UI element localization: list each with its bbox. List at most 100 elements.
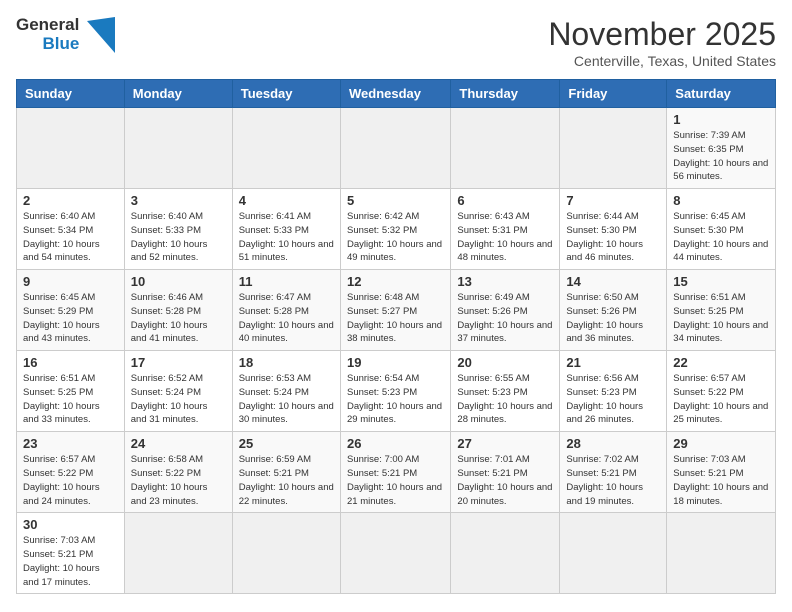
calendar-cell: 11Sunrise: 6:47 AM Sunset: 5:28 PM Dayli… bbox=[232, 270, 340, 351]
day-number: 29 bbox=[673, 436, 769, 451]
column-header-tuesday: Tuesday bbox=[232, 80, 340, 108]
calendar-cell bbox=[232, 513, 340, 594]
day-number: 20 bbox=[457, 355, 553, 370]
calendar-cell bbox=[232, 108, 340, 189]
calendar-cell bbox=[124, 108, 232, 189]
day-info: Sunrise: 7:01 AM Sunset: 5:21 PM Dayligh… bbox=[457, 453, 553, 508]
calendar-cell: 8 Sunrise: 6:45 AM Sunset: 5:30 PM Daylig… bbox=[667, 189, 776, 270]
day-info: Sunrise: 7:39 AM Sunset: 6:35 PM Dayligh… bbox=[673, 129, 769, 184]
calendar-cell bbox=[451, 513, 560, 594]
calendar-cell: 24Sunrise: 6:58 AM Sunset: 5:22 PM Dayli… bbox=[124, 432, 232, 513]
calendar-cell: 1 Sunrise: 7:39 AM Sunset: 6:35 PM Daylig… bbox=[667, 108, 776, 189]
day-info: Sunrise: 7:03 AM Sunset: 5:21 PM Dayligh… bbox=[23, 534, 118, 589]
calendar-week-row: 9 Sunrise: 6:45 AM Sunset: 5:29 PM Daylig… bbox=[17, 270, 776, 351]
calendar-week-row: 16 Sunrise: 6:51 AM Sunset: 5:25 PM Dayli… bbox=[17, 351, 776, 432]
calendar-cell bbox=[340, 108, 450, 189]
day-info: Sunrise: 6:43 AM Sunset: 5:31 PM Dayligh… bbox=[457, 210, 553, 265]
calendar-cell bbox=[340, 513, 450, 594]
day-info: Sunrise: 6:40 AM Sunset: 5:33 PM Dayligh… bbox=[131, 210, 226, 265]
day-info: Sunrise: 6:54 AM Sunset: 5:23 PM Dayligh… bbox=[347, 372, 444, 427]
day-number: 1 bbox=[673, 112, 769, 127]
day-info: Sunrise: 6:49 AM Sunset: 5:26 PM Dayligh… bbox=[457, 291, 553, 346]
day-number: 9 bbox=[23, 274, 118, 289]
calendar-cell: 16 Sunrise: 6:51 AM Sunset: 5:25 PM Dayli… bbox=[17, 351, 125, 432]
day-info: Sunrise: 6:45 AM Sunset: 5:30 PM Dayligh… bbox=[673, 210, 769, 265]
logo-text-blue: Blue bbox=[42, 35, 79, 54]
calendar-cell: 17Sunrise: 6:52 AM Sunset: 5:24 PM Dayli… bbox=[124, 351, 232, 432]
day-number: 25 bbox=[239, 436, 334, 451]
calendar-cell: 6 Sunrise: 6:43 AM Sunset: 5:31 PM Daylig… bbox=[451, 189, 560, 270]
calendar-header-row: SundayMondayTuesdayWednesdayThursdayFrid… bbox=[17, 80, 776, 108]
day-number: 16 bbox=[23, 355, 118, 370]
calendar-cell: 18Sunrise: 6:53 AM Sunset: 5:24 PM Dayli… bbox=[232, 351, 340, 432]
day-info: Sunrise: 6:56 AM Sunset: 5:23 PM Dayligh… bbox=[566, 372, 660, 427]
day-number: 27 bbox=[457, 436, 553, 451]
calendar-cell: 29Sunrise: 7:03 AM Sunset: 5:21 PM Dayli… bbox=[667, 432, 776, 513]
day-info: Sunrise: 6:51 AM Sunset: 5:25 PM Dayligh… bbox=[673, 291, 769, 346]
day-number: 22 bbox=[673, 355, 769, 370]
calendar-cell: 22 Sunrise: 6:57 AM Sunset: 5:22 PM Dayli… bbox=[667, 351, 776, 432]
day-info: Sunrise: 7:00 AM Sunset: 5:21 PM Dayligh… bbox=[347, 453, 444, 508]
day-number: 21 bbox=[566, 355, 660, 370]
logo: General Blue bbox=[16, 16, 115, 53]
calendar-week-row: 1 Sunrise: 7:39 AM Sunset: 6:35 PM Daylig… bbox=[17, 108, 776, 189]
calendar-cell: 28Sunrise: 7:02 AM Sunset: 5:21 PM Dayli… bbox=[560, 432, 667, 513]
day-info: Sunrise: 6:51 AM Sunset: 5:25 PM Dayligh… bbox=[23, 372, 118, 427]
day-number: 26 bbox=[347, 436, 444, 451]
day-number: 6 bbox=[457, 193, 553, 208]
day-number: 30 bbox=[23, 517, 118, 532]
day-number: 14 bbox=[566, 274, 660, 289]
day-number: 5 bbox=[347, 193, 444, 208]
day-info: Sunrise: 6:46 AM Sunset: 5:28 PM Dayligh… bbox=[131, 291, 226, 346]
calendar-table: SundayMondayTuesdayWednesdayThursdayFrid… bbox=[16, 79, 776, 594]
calendar-cell: 3 Sunrise: 6:40 AM Sunset: 5:33 PM Daylig… bbox=[124, 189, 232, 270]
logo-icon bbox=[87, 17, 115, 53]
page-header: General Blue November 2025 Centerville, … bbox=[16, 16, 776, 69]
day-number: 8 bbox=[673, 193, 769, 208]
day-info: Sunrise: 6:48 AM Sunset: 5:27 PM Dayligh… bbox=[347, 291, 444, 346]
calendar-cell bbox=[560, 513, 667, 594]
calendar-cell bbox=[667, 513, 776, 594]
calendar-cell: 21 Sunrise: 6:56 AM Sunset: 5:23 PM Dayli… bbox=[560, 351, 667, 432]
day-number: 4 bbox=[239, 193, 334, 208]
calendar-cell: 12Sunrise: 6:48 AM Sunset: 5:27 PM Dayli… bbox=[340, 270, 450, 351]
day-info: Sunrise: 6:59 AM Sunset: 5:21 PM Dayligh… bbox=[239, 453, 334, 508]
day-info: Sunrise: 6:55 AM Sunset: 5:23 PM Dayligh… bbox=[457, 372, 553, 427]
calendar-cell: 19 Sunrise: 6:54 AM Sunset: 5:23 PM Dayli… bbox=[340, 351, 450, 432]
day-number: 18 bbox=[239, 355, 334, 370]
day-info: Sunrise: 7:02 AM Sunset: 5:21 PM Dayligh… bbox=[566, 453, 660, 508]
day-number: 23 bbox=[23, 436, 118, 451]
column-header-friday: Friday bbox=[560, 80, 667, 108]
calendar-cell: 14 Sunrise: 6:50 AM Sunset: 5:26 PM Dayli… bbox=[560, 270, 667, 351]
calendar-cell: 2 Sunrise: 6:40 AM Sunset: 5:34 PM Daylig… bbox=[17, 189, 125, 270]
column-header-thursday: Thursday bbox=[451, 80, 560, 108]
day-number: 10 bbox=[131, 274, 226, 289]
day-number: 13 bbox=[457, 274, 553, 289]
calendar-cell: 20 Sunrise: 6:55 AM Sunset: 5:23 PM Dayli… bbox=[451, 351, 560, 432]
day-info: Sunrise: 6:57 AM Sunset: 5:22 PM Dayligh… bbox=[673, 372, 769, 427]
calendar-cell: 26 Sunrise: 7:00 AM Sunset: 5:21 PM Dayli… bbox=[340, 432, 450, 513]
calendar-cell: 5Sunrise: 6:42 AM Sunset: 5:32 PM Daylig… bbox=[340, 189, 450, 270]
calendar-cell: 25 Sunrise: 6:59 AM Sunset: 5:21 PM Dayli… bbox=[232, 432, 340, 513]
day-info: Sunrise: 6:58 AM Sunset: 5:22 PM Dayligh… bbox=[131, 453, 226, 508]
day-number: 2 bbox=[23, 193, 118, 208]
calendar-cell: 9 Sunrise: 6:45 AM Sunset: 5:29 PM Daylig… bbox=[17, 270, 125, 351]
calendar-cell: 15 Sunrise: 6:51 AM Sunset: 5:25 PM Dayli… bbox=[667, 270, 776, 351]
day-info: Sunrise: 6:41 AM Sunset: 5:33 PM Dayligh… bbox=[239, 210, 334, 265]
day-info: Sunrise: 6:45 AM Sunset: 5:29 PM Dayligh… bbox=[23, 291, 118, 346]
day-info: Sunrise: 6:50 AM Sunset: 5:26 PM Dayligh… bbox=[566, 291, 660, 346]
day-info: Sunrise: 6:40 AM Sunset: 5:34 PM Dayligh… bbox=[23, 210, 118, 265]
day-number: 19 bbox=[347, 355, 444, 370]
day-info: Sunrise: 6:44 AM Sunset: 5:30 PM Dayligh… bbox=[566, 210, 660, 265]
day-info: Sunrise: 6:47 AM Sunset: 5:28 PM Dayligh… bbox=[239, 291, 334, 346]
calendar-cell: 13 Sunrise: 6:49 AM Sunset: 5:26 PM Dayli… bbox=[451, 270, 560, 351]
calendar-week-row: 23Sunrise: 6:57 AM Sunset: 5:22 PM Dayli… bbox=[17, 432, 776, 513]
calendar-cell bbox=[17, 108, 125, 189]
calendar-cell bbox=[560, 108, 667, 189]
logo-text-general: General bbox=[16, 16, 79, 35]
day-number: 17 bbox=[131, 355, 226, 370]
month-title: November 2025 bbox=[548, 16, 776, 53]
column-header-sunday: Sunday bbox=[17, 80, 125, 108]
day-number: 3 bbox=[131, 193, 226, 208]
day-number: 15 bbox=[673, 274, 769, 289]
